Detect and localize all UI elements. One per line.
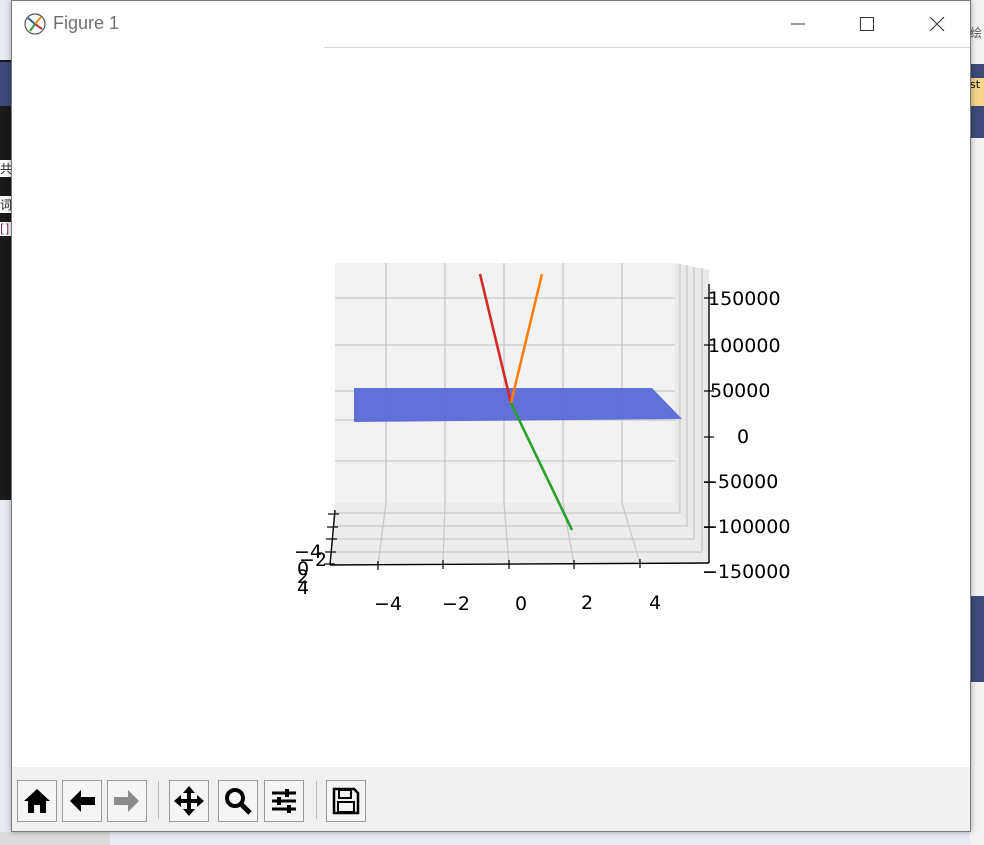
z-tick-label: 100000 xyxy=(708,335,781,357)
figure-canvas[interactable]: −4 −2 0 2 4 −4 −2 0 2 4 150000 100000 50… xyxy=(12,48,970,766)
arrow-left-icon xyxy=(70,790,95,812)
figure-window: Figure 1 −4 −2 0 2 4 −4 −2 0 2 4 150000 … xyxy=(11,0,971,832)
arrow-right-icon xyxy=(114,790,139,812)
background-bottom-strip xyxy=(0,832,110,845)
maximize-button[interactable] xyxy=(832,1,902,47)
floppy-icon xyxy=(332,787,360,815)
toolbar-separator xyxy=(316,781,317,819)
window-title: Figure 1 xyxy=(53,13,120,33)
back-button[interactable] xyxy=(62,780,102,822)
forward-button[interactable] xyxy=(107,780,147,822)
y-tick-label: 4 xyxy=(297,577,309,599)
x-tick-label: −2 xyxy=(442,593,470,615)
close-button[interactable] xyxy=(902,1,972,47)
z-tick-label: 0 xyxy=(737,426,749,448)
minimize-icon xyxy=(791,23,805,25)
background-right-text: 绘 xyxy=(970,26,983,40)
sliders-icon xyxy=(272,789,296,813)
minimize-button[interactable] xyxy=(763,1,833,47)
maximize-icon xyxy=(860,17,874,31)
plot-3d-axes[interactable]: −4 −2 0 2 4 −4 −2 0 2 4 150000 100000 50… xyxy=(12,48,970,766)
z-tick-label: 150000 xyxy=(708,288,781,310)
zoom-button[interactable] xyxy=(218,780,258,822)
floor-pane xyxy=(330,503,709,565)
z-tick-label: −50000 xyxy=(702,471,778,493)
pan-button[interactable] xyxy=(169,780,209,822)
magnifier-icon xyxy=(225,788,252,815)
background-right-badge: st xyxy=(970,78,984,106)
title-bar[interactable]: Figure 1 xyxy=(12,1,970,48)
home-button[interactable] xyxy=(17,780,57,822)
z-tick-label: −100000 xyxy=(702,516,790,538)
move-icon xyxy=(174,786,204,816)
x-tick-label: 2 xyxy=(581,592,593,614)
z-tick-label: 50000 xyxy=(710,380,770,402)
home-icon xyxy=(24,789,50,813)
navigation-toolbar xyxy=(12,767,970,831)
matplotlib-icon xyxy=(24,13,46,35)
x-tick-label: 0 xyxy=(515,593,527,615)
x-tick-label: −4 xyxy=(374,593,402,615)
z-tick-label: −150000 xyxy=(702,561,790,583)
save-button[interactable] xyxy=(326,780,366,822)
background-right-band xyxy=(970,596,984,682)
toolbar-separator xyxy=(158,781,159,819)
close-icon xyxy=(929,16,945,32)
x-tick-label: 4 xyxy=(649,592,661,614)
configure-subplots-button[interactable] xyxy=(264,780,304,822)
